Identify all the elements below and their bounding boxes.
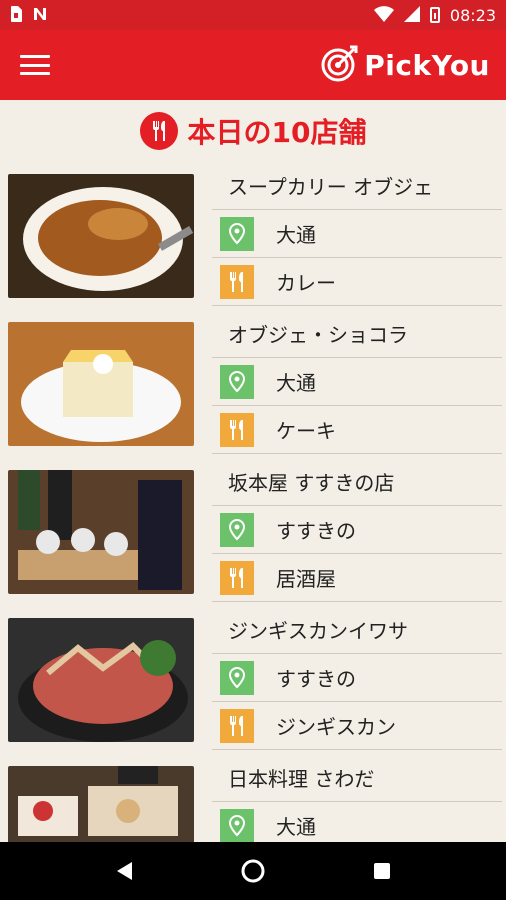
area-tag: 大通: [212, 210, 502, 258]
restaurant-name: スープカリー オブジェ: [212, 162, 502, 210]
fork-knife-icon: [220, 264, 254, 299]
home-icon[interactable]: [233, 851, 273, 891]
list-item[interactable]: 坂本屋 すすきの店 すすきの 居酒屋: [0, 458, 506, 606]
wifi-icon: [373, 5, 394, 25]
restaurant-name: オブジェ・ショコラ: [212, 310, 502, 358]
genre-tag: ジンギスカン: [212, 702, 502, 750]
restaurant-photo: [8, 322, 194, 446]
status-time: 08:23: [449, 5, 496, 25]
pin-icon: [220, 660, 254, 695]
genre-label: カレー: [276, 271, 336, 295]
fork-knife-icon: [220, 412, 254, 447]
status-bar: 08:23: [0, 0, 506, 30]
genre-tag: カレー: [212, 258, 502, 306]
app-logo: PickYou: [320, 43, 490, 87]
system-nav-bar: [0, 842, 506, 900]
n-icon: [32, 6, 48, 25]
list-item[interactable]: オブジェ・ショコラ 大通 ケーキ: [0, 310, 506, 458]
battery-icon: [429, 7, 440, 23]
fork-knife-icon: [139, 112, 178, 150]
genre-label: ジンギスカン: [276, 715, 396, 739]
area-label: 大通: [276, 223, 316, 247]
list-item[interactable]: 日本料理 さわだ 大通: [0, 754, 506, 842]
pin-icon: [220, 512, 254, 547]
genre-tag: 居酒屋: [212, 554, 502, 602]
app-bar: PickYou: [0, 30, 506, 100]
fork-knife-icon: [220, 560, 254, 595]
page-title: 本日の10店舗: [187, 116, 367, 149]
pin-icon: [220, 216, 254, 251]
genre-label: 居酒屋: [276, 567, 336, 591]
list-item[interactable]: スープカリー オブジェ 大通 カレー: [0, 162, 506, 310]
restaurant-name: 坂本屋 すすきの店: [212, 458, 502, 506]
restaurant-photo: [8, 470, 194, 594]
genre-tag: ケーキ: [212, 406, 502, 454]
restaurant-list[interactable]: スープカリー オブジェ 大通 カレー オブジェ・ショコラ 大通 ケーキ 坂本屋 …: [0, 162, 506, 842]
list-item[interactable]: ジンギスカンイワサ すすきの ジンギスカン: [0, 606, 506, 754]
restaurant-name: ジンギスカンイワサ: [212, 606, 502, 654]
logo-text: PickYou: [364, 48, 490, 82]
restaurant-name: 日本料理 さわだ: [212, 754, 502, 802]
restaurant-photo: [8, 174, 194, 298]
area-tag: 大通: [212, 802, 502, 842]
area-tag: すすきの: [212, 506, 502, 554]
recents-icon[interactable]: [362, 851, 402, 891]
back-icon[interactable]: [104, 851, 144, 891]
area-label: すすきの: [276, 519, 356, 543]
area-label: 大通: [276, 371, 316, 395]
hamburger-icon[interactable]: [20, 55, 50, 75]
fork-knife-icon: [220, 708, 254, 743]
pin-icon: [220, 364, 254, 399]
restaurant-photo: [8, 766, 194, 842]
genre-label: ケーキ: [276, 419, 336, 443]
area-tag: すすきの: [212, 654, 502, 702]
pin-icon: [220, 808, 254, 842]
signal-icon: [403, 5, 420, 25]
target-logo-icon: [320, 43, 360, 87]
area-label: すすきの: [276, 667, 356, 691]
restaurant-photo: [8, 618, 194, 742]
area-label: 大通: [276, 815, 316, 839]
section-header: 本日の10店舗: [0, 100, 506, 162]
sim-card-icon: [10, 5, 22, 25]
area-tag: 大通: [212, 358, 502, 406]
